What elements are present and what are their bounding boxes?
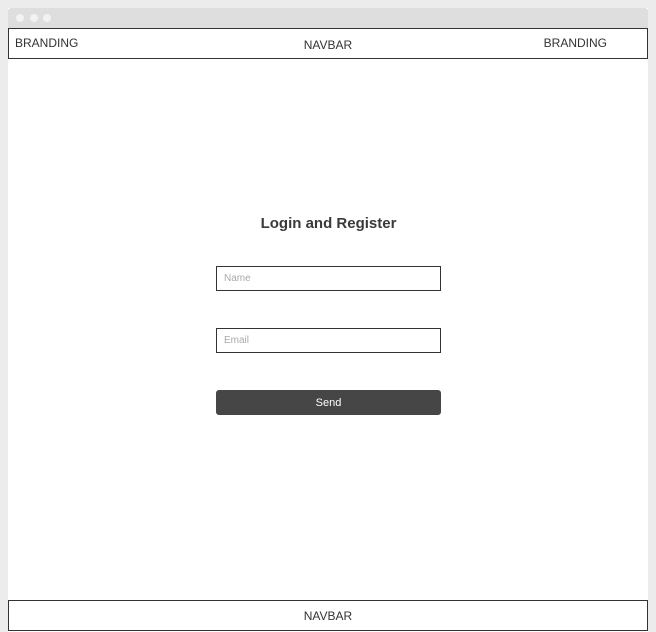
window-minimize-dot-icon[interactable] bbox=[30, 14, 38, 22]
name-field bbox=[216, 266, 441, 291]
window-maximize-dot-icon[interactable] bbox=[43, 14, 51, 22]
window-titlebar bbox=[8, 8, 648, 28]
login-register-form: Login and Register Send bbox=[216, 214, 441, 415]
email-field bbox=[216, 328, 441, 353]
window-close-dot-icon[interactable] bbox=[16, 14, 24, 22]
send-button[interactable]: Send bbox=[216, 390, 441, 415]
top-navbar: BRANDING NAVBAR BRANDING bbox=[8, 28, 648, 59]
footer-navbar-label[interactable]: NAVBAR bbox=[9, 609, 647, 623]
browser-window: BRANDING NAVBAR BRANDING Login and Regis… bbox=[8, 8, 648, 632]
bottom-navbar: NAVBAR bbox=[8, 600, 648, 631]
branding-right[interactable]: BRANDING bbox=[544, 36, 607, 50]
form-title: Login and Register bbox=[260, 215, 397, 232]
email-input[interactable] bbox=[217, 329, 434, 352]
name-input[interactable] bbox=[217, 267, 434, 290]
